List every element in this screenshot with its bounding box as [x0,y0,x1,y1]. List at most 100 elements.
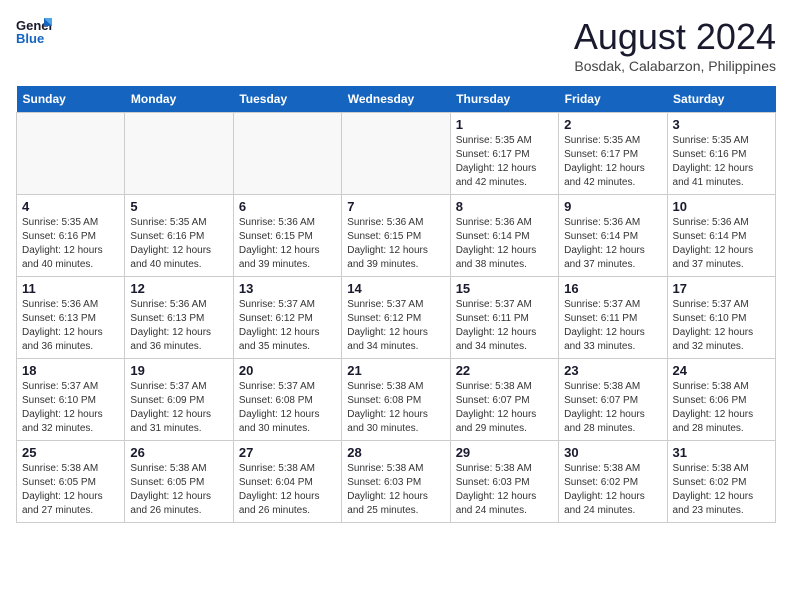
day-number: 30 [564,445,661,460]
calendar-cell: 1 Sunrise: 5:35 AMSunset: 6:17 PMDaylight… [450,113,558,195]
col-wednesday: Wednesday [342,86,450,113]
day-number: 17 [673,281,770,296]
day-number: 31 [673,445,770,460]
day-number: 1 [456,117,553,132]
day-info: Sunrise: 5:35 AMSunset: 6:17 PMDaylight:… [456,134,553,190]
calendar-cell: 10 Sunrise: 5:36 AMSunset: 6:14 PMDayligh… [667,195,775,277]
day-number: 28 [347,445,444,460]
logo: General Blue [16,16,52,46]
day-number: 21 [347,363,444,378]
day-number: 7 [347,199,444,214]
col-friday: Friday [559,86,667,113]
day-number: 12 [130,281,227,296]
page-header: General Blue August 2024 Bosdak, Calabar… [16,16,776,74]
day-number: 6 [239,199,336,214]
day-info: Sunrise: 5:37 AMSunset: 6:09 PMDaylight:… [130,380,227,436]
calendar-cell: 9Sunrise: 5:36 AMSunset: 6:14 PMDaylight… [559,195,667,277]
day-info: Sunrise: 5:38 AMSunset: 6:06 PMDaylight:… [673,380,770,436]
col-tuesday: Tuesday [233,86,341,113]
day-number: 29 [456,445,553,460]
col-saturday: Saturday [667,86,775,113]
calendar-cell: 31 Sunrise: 5:38 AMSunset: 6:02 PMDayligh… [667,441,775,523]
day-info: Sunrise: 5:38 AMSunset: 6:04 PMDaylight:… [239,462,336,518]
calendar-cell: 15 Sunrise: 5:37 AMSunset: 6:11 PMDayligh… [450,277,558,359]
day-number: 5 [130,199,227,214]
calendar-week-3: 11 Sunrise: 5:36 AMSunset: 6:13 PMDayligh… [17,277,776,359]
calendar-cell: 26Sunrise: 5:38 AMSunset: 6:05 PMDayligh… [125,441,233,523]
day-number: 23 [564,363,661,378]
calendar-cell: 21 Sunrise: 5:38 AMSunset: 6:08 PMDayligh… [342,359,450,441]
calendar-cell: 17 Sunrise: 5:37 AMSunset: 6:10 PMDayligh… [667,277,775,359]
day-info: Sunrise: 5:38 AMSunset: 6:05 PMDaylight:… [22,462,119,518]
col-sunday: Sunday [17,86,125,113]
calendar-cell: 12 Sunrise: 5:36 AMSunset: 6:13 PMDayligh… [125,277,233,359]
calendar-cell: 22Sunrise: 5:38 AMSunset: 6:07 PMDayligh… [450,359,558,441]
day-info: Sunrise: 5:36 AMSunset: 6:14 PMDaylight:… [456,216,553,272]
calendar-cell: 27 Sunrise: 5:38 AMSunset: 6:04 PMDayligh… [233,441,341,523]
calendar-cell: 3 Sunrise: 5:35 AMSunset: 6:16 PMDaylight… [667,113,775,195]
calendar-cell: 5 Sunrise: 5:35 AMSunset: 6:16 PMDaylight… [125,195,233,277]
day-number: 16 [564,281,661,296]
day-info: Sunrise: 5:36 AMSunset: 6:13 PMDaylight:… [130,298,227,354]
calendar-cell [125,113,233,195]
calendar-cell: 2 Sunrise: 5:35 AMSunset: 6:17 PMDaylight… [559,113,667,195]
calendar-table: Sunday Monday Tuesday Wednesday Thursday… [16,86,776,523]
day-info: Sunrise: 5:38 AMSunset: 6:02 PMDaylight:… [673,462,770,518]
calendar-cell: 14 Sunrise: 5:37 AMSunset: 6:12 PMDayligh… [342,277,450,359]
day-info: Sunrise: 5:38 AMSunset: 6:07 PMDaylight:… [564,380,661,436]
calendar-cell [17,113,125,195]
day-number: 11 [22,281,119,296]
day-number: 14 [347,281,444,296]
day-info: Sunrise: 5:38 AMSunset: 6:03 PMDaylight:… [456,462,553,518]
calendar-cell: 25 Sunrise: 5:38 AMSunset: 6:05 PMDayligh… [17,441,125,523]
day-info: Sunrise: 5:38 AMSunset: 6:05 PMDaylight:… [130,462,227,518]
day-info: Sunrise: 5:37 AMSunset: 6:11 PMDaylight:… [456,298,553,354]
calendar-cell: 20Sunrise: 5:37 AMSunset: 6:08 PMDayligh… [233,359,341,441]
day-info: Sunrise: 5:35 AMSunset: 6:16 PMDaylight:… [673,134,770,190]
day-number: 13 [239,281,336,296]
day-info: Sunrise: 5:38 AMSunset: 6:08 PMDaylight:… [347,380,444,436]
day-info: Sunrise: 5:37 AMSunset: 6:10 PMDaylight:… [673,298,770,354]
day-info: Sunrise: 5:36 AMSunset: 6:14 PMDaylight:… [673,216,770,272]
calendar-week-2: 4 Sunrise: 5:35 AMSunset: 6:16 PMDaylight… [17,195,776,277]
day-number: 2 [564,117,661,132]
calendar-cell: 8Sunrise: 5:36 AMSunset: 6:14 PMDaylight… [450,195,558,277]
calendar-week-1: 1 Sunrise: 5:35 AMSunset: 6:17 PMDaylight… [17,113,776,195]
day-number: 4 [22,199,119,214]
calendar-cell [233,113,341,195]
day-info: Sunrise: 5:37 AMSunset: 6:12 PMDaylight:… [347,298,444,354]
col-monday: Monday [125,86,233,113]
day-info: Sunrise: 5:36 AMSunset: 6:13 PMDaylight:… [22,298,119,354]
day-info: Sunrise: 5:35 AMSunset: 6:16 PMDaylight:… [130,216,227,272]
month-title: August 2024 [574,16,776,58]
day-number: 9 [564,199,661,214]
day-info: Sunrise: 5:37 AMSunset: 6:08 PMDaylight:… [239,380,336,436]
day-number: 19 [130,363,227,378]
calendar-cell: 29 Sunrise: 5:38 AMSunset: 6:03 PMDayligh… [450,441,558,523]
calendar-cell: 13Sunrise: 5:37 AMSunset: 6:12 PMDayligh… [233,277,341,359]
day-info: Sunrise: 5:37 AMSunset: 6:11 PMDaylight:… [564,298,661,354]
day-number: 18 [22,363,119,378]
day-number: 3 [673,117,770,132]
day-info: Sunrise: 5:37 AMSunset: 6:10 PMDaylight:… [22,380,119,436]
day-info: Sunrise: 5:36 AMSunset: 6:15 PMDaylight:… [239,216,336,272]
day-number: 15 [456,281,553,296]
day-info: Sunrise: 5:36 AMSunset: 6:15 PMDaylight:… [347,216,444,272]
subtitle: Bosdak, Calabarzon, Philippines [574,58,776,74]
svg-text:Blue: Blue [16,31,44,46]
day-number: 10 [673,199,770,214]
calendar-cell: 18 Sunrise: 5:37 AMSunset: 6:10 PMDayligh… [17,359,125,441]
day-info: Sunrise: 5:35 AMSunset: 6:17 PMDaylight:… [564,134,661,190]
logo-icon: General Blue [16,16,52,46]
day-number: 25 [22,445,119,460]
calendar-week-5: 25 Sunrise: 5:38 AMSunset: 6:05 PMDayligh… [17,441,776,523]
calendar-cell: 23 Sunrise: 5:38 AMSunset: 6:07 PMDayligh… [559,359,667,441]
calendar-cell: 6 Sunrise: 5:36 AMSunset: 6:15 PMDaylight… [233,195,341,277]
header-row: Sunday Monday Tuesday Wednesday Thursday… [17,86,776,113]
day-info: Sunrise: 5:38 AMSunset: 6:07 PMDaylight:… [456,380,553,436]
day-number: 27 [239,445,336,460]
day-info: Sunrise: 5:38 AMSunset: 6:03 PMDaylight:… [347,462,444,518]
day-number: 24 [673,363,770,378]
calendar-cell [342,113,450,195]
calendar-cell: 24 Sunrise: 5:38 AMSunset: 6:06 PMDayligh… [667,359,775,441]
